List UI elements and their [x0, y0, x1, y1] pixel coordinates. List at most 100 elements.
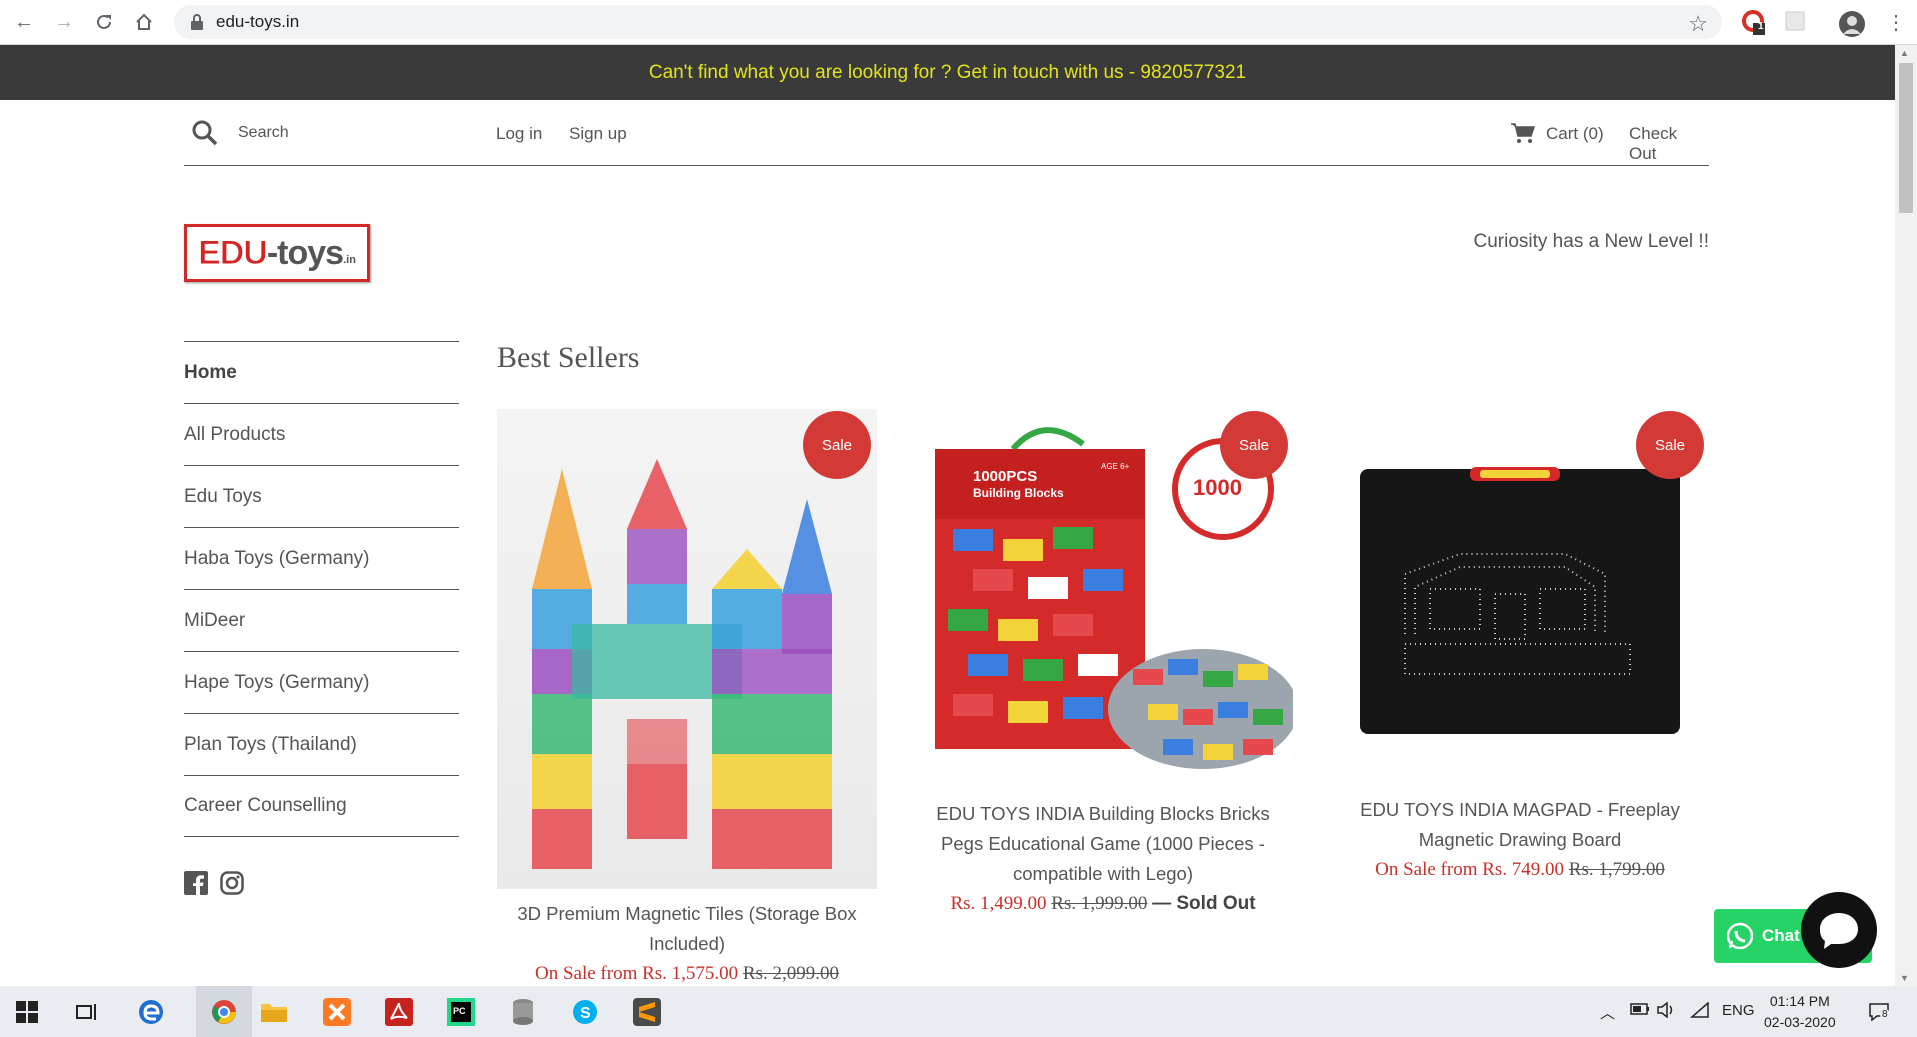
scroll-up-icon[interactable]: ▲ [1900, 48, 1909, 58]
sidebar-item-career-counselling[interactable]: Career Counselling [184, 775, 459, 837]
database-icon[interactable] [506, 995, 540, 1029]
bookmark-star-icon[interactable]: ☆ [1688, 11, 1708, 37]
sidebar-item-plan-toys[interactable]: Plan Toys (Thailand) [184, 713, 459, 775]
original-price: Rs. 1,999.00 [1051, 893, 1148, 914]
checkout-link[interactable]: Check Out [1629, 124, 1709, 164]
extension-blank-icon[interactable] [1784, 10, 1808, 34]
notification-count: 8 [1880, 1009, 1890, 1020]
cart-link[interactable]: Cart (0) [1546, 124, 1604, 144]
box-text-count: 1000PCS [973, 468, 1037, 485]
notifications-icon[interactable]: 8 [1868, 1002, 1890, 1026]
scrollbar-thumb[interactable] [1899, 63, 1913, 213]
signup-link[interactable]: Sign up [569, 124, 627, 144]
sale-badge: Sale [1220, 411, 1288, 479]
extension-icon[interactable]: 1 [1742, 10, 1766, 35]
product-price: On Sale from Rs. 1,575.00 Rs. 2,099.00 [497, 959, 877, 986]
acrobat-icon[interactable] [382, 995, 416, 1029]
product-image[interactable]: Sale [497, 409, 877, 889]
chat-bubble-icon [1820, 913, 1858, 949]
url-text: edu-toys.in [216, 12, 300, 31]
logo-toys: -toys [266, 233, 344, 272]
reload-icon[interactable] [92, 10, 116, 34]
volume-icon[interactable] [1656, 1001, 1676, 1022]
sidebar-item-mideer[interactable]: MiDeer [184, 589, 459, 651]
sidebar-item-all-products[interactable]: All Products [184, 403, 459, 465]
box-text-age: AGE 6+ [1101, 462, 1130, 471]
system-clock[interactable]: 01:14 PM 02-03-2020 [1764, 991, 1836, 1033]
sidebar-item-haba-toys[interactable]: Haba Toys (Germany) [184, 527, 459, 589]
product-card[interactable]: Sale 3D Premium Magnetic Tiles (Storage … [497, 409, 877, 986]
instagram-icon[interactable] [220, 871, 244, 895]
sidebar-item-hape-toys[interactable]: Hape Toys (Germany) [184, 651, 459, 713]
top-navigation: Search Log in Sign up Cart (0) Check Out [184, 100, 1709, 166]
sale-badge: Sale [803, 411, 871, 479]
wifi-icon[interactable] [1690, 1001, 1710, 1022]
battery-icon[interactable] [1630, 1002, 1650, 1019]
announcement-text: Can't find what you are looking for ? Ge… [648, 61, 1247, 83]
cart-icon[interactable] [1510, 122, 1536, 144]
svg-text:S: S [580, 1005, 591, 1022]
pycharm-icon[interactable]: PC [444, 995, 478, 1029]
product-title-line: Magnetic Drawing Board [1418, 829, 1622, 850]
original-price: Rs. 1,799.00 [1568, 859, 1665, 880]
product-title[interactable]: EDU TOYS INDIA Building Blocks Bricks Pe… [913, 799, 1293, 889]
windows-taskbar: PC S ︿ ENG 01:14 PM 02-03-2020 8 [0, 986, 1917, 1037]
sold-out-label: — Sold Out [1152, 893, 1256, 914]
product-image[interactable]: Sale [1330, 409, 1710, 789]
magnetic-tiles-illustration [532, 459, 832, 869]
browser-toolbar: ← → edu-toys.in ☆ 1 ⋮ [0, 0, 1917, 45]
search-icon[interactable] [192, 120, 218, 146]
sale-price: On Sale from Rs. 749.00 [1375, 859, 1565, 880]
original-price: Rs. 2,099.00 [742, 963, 839, 984]
menu-kebab-icon[interactable]: ⋮ [1884, 10, 1908, 34]
task-view-icon[interactable] [70, 995, 104, 1029]
page-content: Can't find what you are looking for ? Ge… [0, 45, 1895, 986]
sidebar-item-home[interactable]: Home [184, 341, 459, 403]
home-icon[interactable] [132, 10, 156, 34]
product-price: Rs. 1,499.00 Rs. 1,999.00 — Sold Out [913, 889, 1293, 919]
product-image[interactable]: 1000PCS Building Blocks AGE 6+ 1000 Sale [913, 409, 1298, 789]
edge-browser-icon[interactable] [134, 995, 168, 1029]
sale-price: Rs. 1,499.00 [950, 893, 1047, 914]
product-card[interactable]: Sale EDU TOYS INDIA MAGPAD - Freeplay Ma… [1330, 409, 1710, 885]
seal-text: 1000 [1193, 475, 1242, 500]
product-price: On Sale from Rs. 749.00 Rs. 1,799.00 [1330, 855, 1710, 885]
page-scrollbar[interactable]: ▲ ▼ [1895, 45, 1917, 986]
whatsapp-icon [1726, 922, 1754, 950]
search-input[interactable]: Search [238, 124, 289, 142]
product-title-line: compatible with Lego) [1013, 863, 1193, 884]
site-tagline: Curiosity has a New Level !! [1473, 231, 1710, 252]
product-title[interactable]: EDU TOYS INDIA MAGPAD - Freeplay Magneti… [1330, 795, 1710, 855]
chat-label: Chat [1762, 926, 1800, 945]
chrome-icon[interactable] [207, 995, 241, 1029]
xampp-icon[interactable] [320, 995, 354, 1029]
profile-avatar[interactable] [1838, 10, 1865, 37]
scroll-down-icon[interactable]: ▼ [1900, 973, 1909, 983]
chat-bubble-button[interactable] [1801, 892, 1877, 968]
facebook-icon[interactable] [184, 871, 208, 895]
product-title[interactable]: 3D Premium Magnetic Tiles (Storage Box I… [497, 899, 877, 959]
site-logo[interactable]: EDU -toys .in [184, 224, 370, 282]
product-title-line: EDU TOYS INDIA MAGPAD - Freeplay [1360, 799, 1680, 820]
file-explorer-icon[interactable] [257, 995, 291, 1029]
logo-edu: EDU [198, 233, 269, 272]
box-text-label: Building Blocks [973, 486, 1064, 500]
forward-icon[interactable]: → [52, 10, 76, 34]
sale-price: On Sale from Rs. 1,575.00 [534, 963, 739, 984]
social-links [184, 871, 244, 895]
skype-icon[interactable]: S [568, 995, 602, 1029]
product-title-line: 3D Premium Magnetic Tiles (Storage Box [517, 903, 857, 924]
section-title: Best Sellers [497, 341, 640, 374]
sublime-text-icon[interactable] [630, 995, 664, 1029]
extension-badge: 1 [1758, 21, 1764, 32]
login-link[interactable]: Log in [496, 124, 542, 144]
address-bar[interactable]: edu-toys.in ☆ [174, 5, 1722, 39]
back-icon[interactable]: ← [12, 10, 36, 34]
product-card[interactable]: 1000PCS Building Blocks AGE 6+ 1000 Sale… [913, 409, 1298, 919]
language-indicator[interactable]: ENG [1722, 1002, 1755, 1019]
sidebar-item-edu-toys[interactable]: Edu Toys [184, 465, 459, 527]
clock-date: 02-03-2020 [1764, 1014, 1836, 1030]
show-hidden-icons[interactable]: ︿ [1600, 1002, 1615, 1023]
windows-start-icon[interactable] [10, 995, 44, 1029]
svg-text:PC: PC [453, 1006, 466, 1016]
